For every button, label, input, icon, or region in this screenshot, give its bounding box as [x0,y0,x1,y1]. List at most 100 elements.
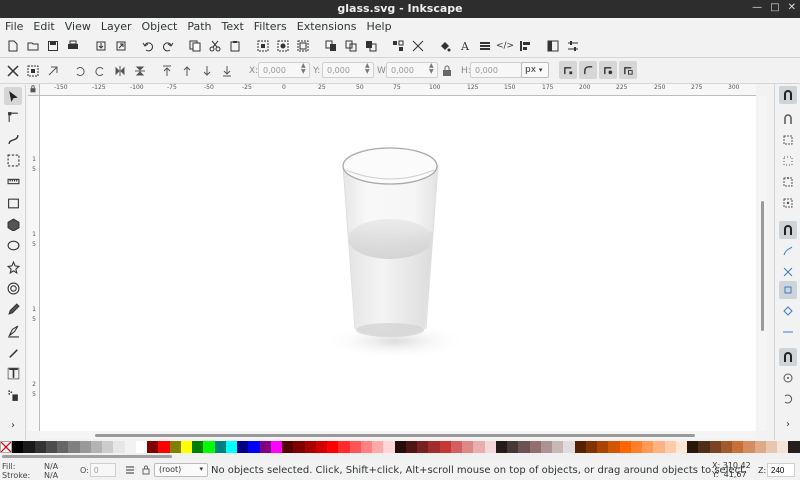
palette-swatch[interactable] [383,441,395,453]
palette-swatch[interactable] [282,441,294,453]
vertical-scrollbar[interactable] [759,96,767,431]
snap-bbox-corners-icon[interactable] [779,152,797,170]
w-spinner[interactable]: ▲ ▼ [429,63,434,75]
opacity-field[interactable] [90,463,116,477]
text-tool-icon[interactable] [4,364,22,382]
lower-icon[interactable] [199,63,215,79]
fill-stroke-icon[interactable] [437,38,453,54]
palette-swatch[interactable] [158,441,170,453]
close-icon[interactable]: ✕ [788,2,796,13]
palette-swatch[interactable] [552,441,564,453]
snap-enable-icon[interactable] [779,86,797,104]
zoom-page-icon[interactable] [295,38,311,54]
palette-swatch[interactable] [102,441,114,453]
palette-swatch[interactable] [597,441,609,453]
menu-extensions[interactable]: Extensions [297,20,357,33]
tweak-tool-icon[interactable] [4,130,22,148]
palette-swatch[interactable] [428,441,440,453]
palette-swatch[interactable] [180,441,192,453]
snap-nodes-icon[interactable] [779,221,797,239]
drawing-canvas[interactable] [40,96,756,431]
xml-editor-icon[interactable]: </> [496,38,514,54]
redo-icon[interactable] [160,38,176,54]
palette-swatch[interactable] [777,441,789,453]
palette-swatch[interactable] [439,441,451,453]
layers-toggle-icon[interactable] [122,462,138,478]
palette-swatch[interactable] [675,441,687,453]
palette-swatch[interactable] [327,441,339,453]
snap-paths-icon[interactable] [779,242,797,260]
ungroup-icon[interactable] [410,38,426,54]
palette-swatch[interactable] [653,441,665,453]
palette-swatch[interactable] [765,441,777,453]
open-icon[interactable] [25,38,41,54]
palette-swatch[interactable] [23,441,35,453]
menu-text[interactable]: Text [222,20,244,33]
palette-swatch[interactable] [315,441,327,453]
raise-icon[interactable] [179,63,195,79]
document-properties-icon[interactable] [565,38,581,54]
palette-swatch[interactable] [743,441,755,453]
palette-swatch[interactable] [192,441,204,453]
no-paint-swatch[interactable] [0,441,12,453]
palette-swatch[interactable] [12,441,24,453]
palette-swatch[interactable] [698,441,710,453]
palette-swatch[interactable] [585,441,597,453]
copy-icon[interactable] [187,38,203,54]
scale-corners-toggle[interactable] [579,61,597,79]
import-icon[interactable] [93,38,109,54]
horizontal-scrollbar[interactable] [40,431,756,439]
palette-swatch[interactable] [237,441,249,453]
palette-swatch[interactable] [147,441,159,453]
menu-view[interactable]: View [65,20,91,33]
flip-horizontal-icon[interactable] [112,63,128,79]
y-spinner[interactable]: ▲ ▼ [365,63,370,75]
palette-swatch[interactable] [450,441,462,453]
group-icon[interactable] [390,38,406,54]
snap-bbox-centers-icon[interactable] [779,194,797,212]
align-icon[interactable] [517,38,533,54]
pen-tool-icon[interactable] [4,322,22,340]
export-icon[interactable] [113,38,129,54]
stroke-value[interactable]: N/A [44,471,58,480]
palette-swatch[interactable] [630,441,642,453]
duplicate-icon[interactable] [323,38,339,54]
rectangle-tool-icon[interactable] [4,194,22,212]
palette-swatch[interactable] [203,441,215,453]
palette-swatch[interactable] [57,441,69,453]
calligraphy-tool-icon[interactable] [4,343,22,361]
rotate-cw-icon[interactable] [92,63,108,79]
menu-path[interactable]: Path [187,20,211,33]
toolbox-more-icon[interactable]: › [4,416,22,434]
snap-line-midpoints-icon[interactable] [779,323,797,341]
palette-swatch[interactable] [169,441,181,453]
zoom-drawing-icon[interactable] [275,38,291,54]
save-icon[interactable] [45,38,61,54]
new-icon[interactable] [5,38,21,54]
palette-swatch[interactable] [214,441,226,453]
menu-filters[interactable]: Filters [254,20,287,33]
layer-select[interactable]: (root) ▾ [154,463,208,477]
menu-edit[interactable]: Edit [33,20,54,33]
zoom-field[interactable] [767,463,795,477]
palette-swatch[interactable] [709,441,721,453]
palette-swatch[interactable] [135,441,147,453]
palette-swatch[interactable] [417,441,429,453]
palette-swatch[interactable] [45,441,57,453]
palette-swatch[interactable] [34,441,46,453]
layer-lock-icon[interactable] [138,462,154,478]
palette-swatch[interactable] [394,441,406,453]
transform-patterns-toggle[interactable] [619,61,637,79]
palette-swatch[interactable] [529,441,541,453]
palette-swatch[interactable] [574,441,586,453]
node-tool-icon[interactable] [4,108,22,126]
spray-tool-icon[interactable] [4,386,22,404]
minimize-icon[interactable]: — [752,2,762,13]
snap-bbox-edges-icon[interactable] [779,131,797,149]
menu-layer[interactable]: Layer [101,20,132,33]
palette-swatch[interactable] [124,441,136,453]
palette-swatch[interactable] [720,441,732,453]
palette-swatch[interactable] [495,441,507,453]
snap-rotation-centers-icon[interactable] [779,390,797,408]
palette-swatch[interactable] [754,441,766,453]
